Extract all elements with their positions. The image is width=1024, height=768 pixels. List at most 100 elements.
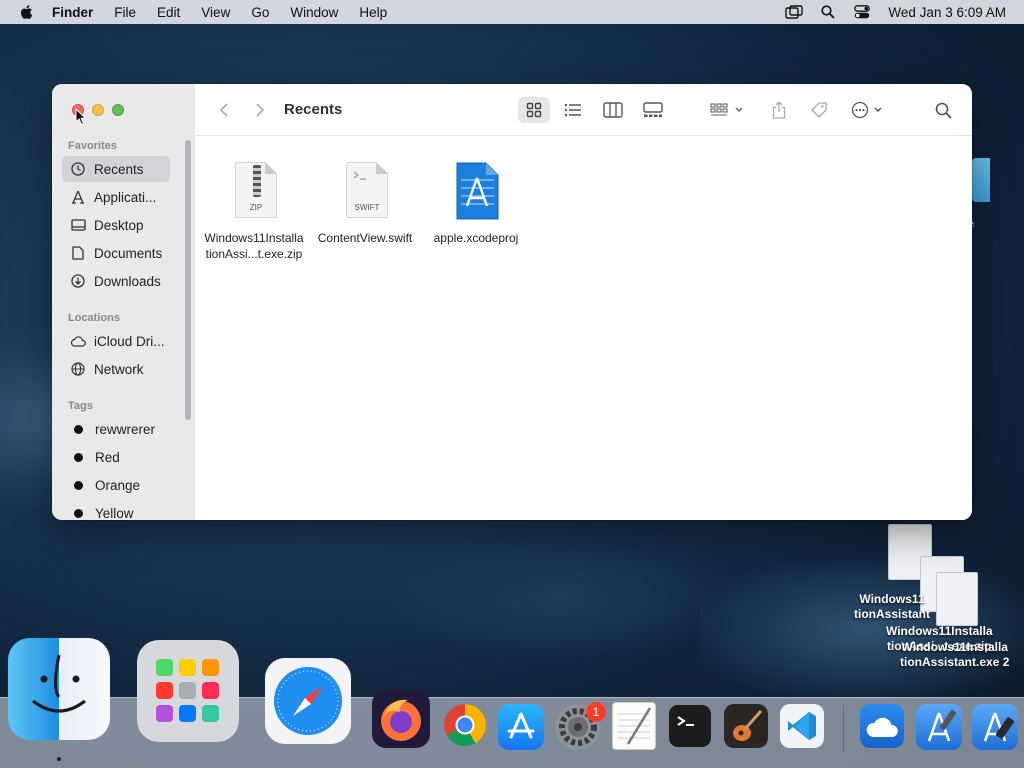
cloud-icon [70, 333, 86, 349]
menu-help[interactable]: Help [359, 5, 387, 20]
list-icon [564, 103, 581, 117]
column-view-button[interactable] [597, 97, 629, 123]
icon-view-button[interactable] [518, 97, 550, 123]
zip-file-icon: ZIP [231, 162, 277, 220]
menu-file[interactable]: File [114, 5, 136, 20]
group-icon [710, 103, 743, 116]
back-button[interactable] [213, 97, 235, 123]
xcodeproj-file-icon [453, 162, 499, 220]
menu-app-name[interactable]: Finder [52, 5, 93, 20]
chevron-left-icon [219, 103, 228, 117]
dock-separator [843, 705, 844, 753]
desktop-icon [70, 217, 86, 233]
tag-dot-icon [74, 424, 83, 434]
sidebar-item-label: rewwrerer [95, 421, 156, 437]
dock-safari-icon[interactable] [265, 658, 351, 744]
sidebar-item-label: Network [94, 361, 144, 377]
file-item-swift[interactable]: SWIFT ContentView.swift [310, 162, 420, 246]
file-item-zip[interactable]: ZIP Windows11Installa tionAssi...t.exe.z… [199, 162, 309, 262]
globe-icon [70, 361, 86, 377]
sidebar-item-label: Red [95, 449, 120, 465]
list-view-button[interactable] [557, 97, 589, 123]
desktop-file-icon[interactable] [936, 572, 978, 626]
menu-bar: Finder File Edit View Go Window Help Wed… [0, 0, 1024, 24]
chevron-right-icon [256, 103, 265, 117]
grid-icon [526, 102, 542, 118]
sidebar-item-label: Desktop [94, 217, 144, 233]
gallery-view-button[interactable] [637, 97, 669, 123]
ellipsis-circle-icon [851, 101, 882, 119]
sidebar-tag-item[interactable]: Yellow [62, 500, 170, 520]
sidebar-item-label: Orange [95, 477, 141, 493]
dock-firefox-icon[interactable] [372, 690, 430, 748]
tag-icon [811, 102, 827, 118]
finder-content: Recents ZIP Windows11Installa tionAssi..… [195, 84, 972, 520]
file-name: Windows11Installa tionAssi...t.exe.zip [204, 231, 304, 261]
desktop-file-label[interactable]: Windows11 tionAssistant [854, 592, 930, 622]
dock-garageband-icon[interactable] [724, 704, 768, 748]
desktop-file-label[interactable]: Windows11Installa tionAssistant.exe 2 [900, 640, 1009, 670]
menu-view[interactable]: View [201, 5, 230, 20]
dock-chrome-icon[interactable] [442, 702, 488, 748]
dock-app-store-icon[interactable] [498, 704, 544, 750]
menu-edit[interactable]: Edit [157, 5, 180, 20]
dock-terminal-icon[interactable] [668, 704, 712, 748]
finder-window: Favorites Recents Applicati... Desktop D… [52, 84, 972, 520]
sidebar-item-desktop[interactable]: Desktop [62, 212, 170, 238]
more-actions-button[interactable] [848, 97, 888, 123]
sidebar-item-documents[interactable]: Documents [62, 240, 170, 266]
sidebar-item-label: Yellow [95, 505, 134, 521]
sidebar-item-downloads[interactable]: Downloads [62, 268, 170, 294]
window-switcher-icon[interactable] [784, 4, 804, 20]
sidebar-item-label: Documents [94, 245, 163, 261]
dock-xcode-icon[interactable] [972, 704, 1018, 750]
file-item-xcodeproj[interactable]: apple.xcodeproj [421, 162, 531, 246]
search-button[interactable] [931, 97, 955, 123]
sidebar-tag-item[interactable]: Orange [62, 472, 170, 498]
sidebar-item-icloud[interactable]: iCloud Dri... [62, 328, 170, 354]
window-title: Recents [284, 101, 343, 118]
control-center-icon[interactable] [852, 4, 872, 20]
dock-launchpad-icon[interactable] [137, 640, 239, 742]
sidebar-header-locations: Locations [68, 312, 120, 324]
share-button[interactable] [767, 97, 791, 123]
sidebar-item-network[interactable]: Network [62, 356, 170, 382]
dock-vscode-icon[interactable] [780, 704, 824, 748]
apple-icon[interactable] [18, 3, 36, 21]
tag-button[interactable] [807, 97, 831, 123]
desktop-folder-icon[interactable] [972, 158, 990, 202]
search-icon [935, 102, 952, 119]
sidebar-item-recents[interactable]: Recents [62, 156, 170, 182]
file-name: ContentView.swift [317, 231, 413, 245]
running-indicator [57, 757, 61, 761]
dock-weather-icon[interactable] [860, 704, 904, 748]
sidebar-header-favorites: Favorites [68, 140, 117, 152]
dock-xcode-icon[interactable] [916, 704, 962, 750]
dock-finder-icon[interactable] [8, 638, 110, 740]
sidebar-item-label: Recents [94, 161, 144, 177]
clock-icon [70, 161, 86, 177]
sidebar-item-label: iCloud Dri... [94, 333, 165, 349]
columns-icon [603, 102, 623, 118]
minimize-button[interactable] [92, 104, 104, 116]
sidebar-scrollbar[interactable] [185, 140, 191, 420]
menu-window[interactable]: Window [290, 5, 338, 20]
forward-button[interactable] [249, 97, 271, 123]
dock-textedit-icon[interactable] [612, 702, 656, 750]
sidebar-header-tags: Tags [68, 400, 93, 412]
document-icon [70, 245, 86, 261]
spotlight-search-icon[interactable] [818, 4, 838, 20]
applications-icon [70, 189, 86, 205]
sidebar-item-label: Applicati... [94, 189, 157, 205]
group-by-button[interactable] [707, 97, 747, 123]
swift-file-icon: SWIFT [342, 162, 388, 220]
gallery-icon [643, 102, 663, 117]
menu-go[interactable]: Go [251, 5, 269, 20]
sidebar-item-applications[interactable]: Applicati... [62, 184, 170, 210]
menubar-clock[interactable]: Wed Jan 3 6:09 AM [888, 5, 1006, 20]
mouse-cursor-icon [75, 108, 87, 126]
zoom-button[interactable] [112, 104, 124, 116]
share-icon [772, 101, 786, 119]
sidebar-tag-item[interactable]: rewwrerer [62, 416, 170, 442]
sidebar-tag-item[interactable]: Red [62, 444, 170, 470]
